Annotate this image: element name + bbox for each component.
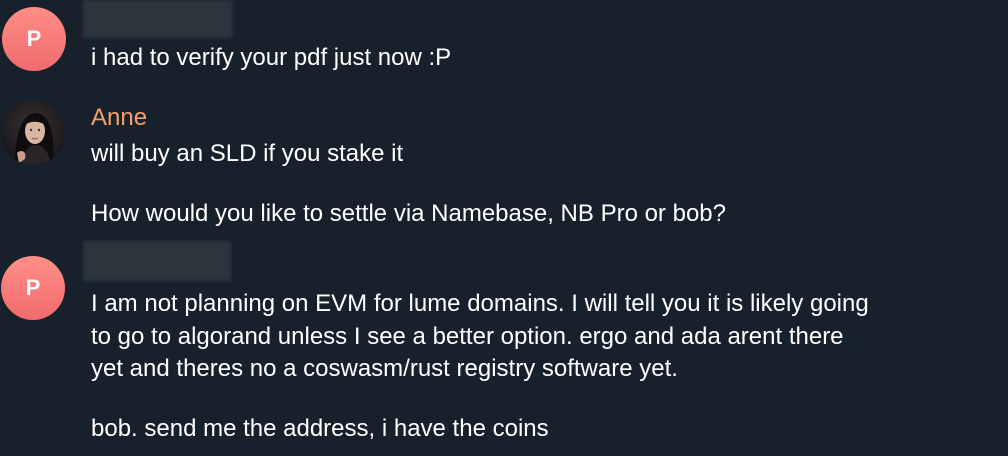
redacted-sender-name <box>83 0 233 38</box>
avatar-initial: P <box>25 275 41 300</box>
message-text: to go to algorand unless I see a better … <box>91 323 844 350</box>
message-text: yet and theres no a coswasm/rust registr… <box>91 355 678 382</box>
avatar[interactable]: P <box>2 7 66 71</box>
message-text: will buy an SLD if you stake it <box>91 140 404 167</box>
message-text: How would you like to settle via Namebas… <box>91 200 726 227</box>
avatar[interactable] <box>1 101 65 165</box>
profile-photo-icon <box>1 101 65 165</box>
avatar-initial: P <box>26 26 42 51</box>
redacted-sender-name <box>83 241 231 281</box>
avatar[interactable]: P <box>1 256 65 320</box>
message-text: bob. send me the address, i have the coi… <box>91 415 549 442</box>
message-text: I am not planning on EVM for lume domain… <box>91 290 869 317</box>
message-text: i had to verify your pdf just now :P <box>91 44 452 71</box>
chat-history: P i had to verify your pdf just now :P A… <box>0 0 1008 456</box>
sender-name[interactable]: Anne <box>91 103 147 133</box>
